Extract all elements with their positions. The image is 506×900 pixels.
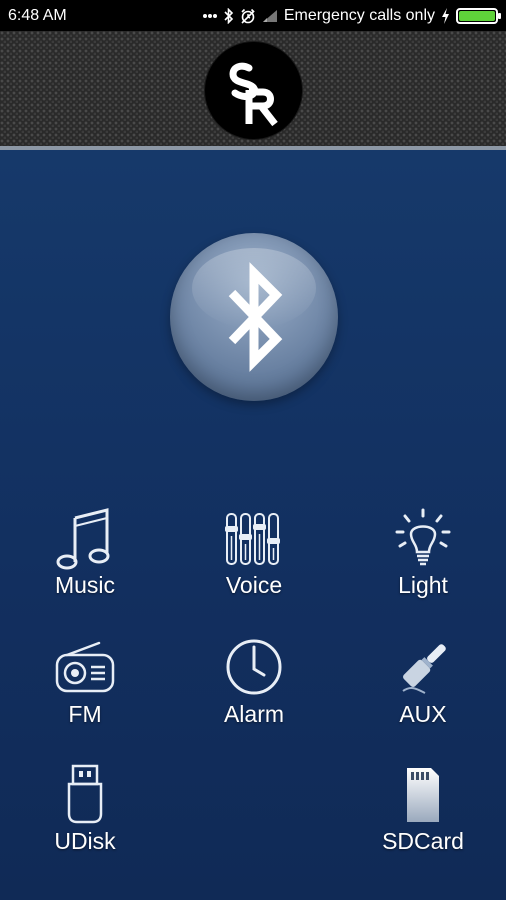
battery-icon	[456, 7, 501, 24]
sdcard-button[interactable]: SDCard	[353, 762, 493, 862]
charging-icon	[441, 7, 450, 24]
status-right: Emergency calls only	[202, 6, 501, 25]
network-status-text: Emergency calls only	[283, 6, 435, 24]
udisk-button[interactable]: UDisk	[15, 762, 155, 862]
equalizer-icon	[222, 506, 286, 570]
status-bar: 6:48 AM Emergency calls only	[0, 0, 506, 31]
fm-label: FM	[68, 701, 102, 727]
more-dots-icon	[202, 13, 218, 19]
alarm-label: Alarm	[223, 701, 285, 727]
aux-button[interactable]: AUX	[353, 635, 493, 735]
voice-button[interactable]: Voice	[184, 506, 324, 606]
radio-icon	[53, 635, 117, 699]
audio-jack-icon	[391, 635, 455, 699]
header-banner	[0, 31, 506, 150]
signal-icon	[262, 9, 278, 23]
music-button[interactable]: Music	[15, 506, 155, 606]
alarm-button[interactable]: Alarm	[184, 635, 324, 735]
clock-icon	[222, 635, 286, 699]
light-bulb-icon	[391, 506, 455, 570]
udisk-label: UDisk	[54, 828, 116, 854]
music-label: Music	[54, 572, 116, 598]
app-screen: 6:48 AM Emergency calls only Music Voice…	[0, 0, 506, 900]
brand-logo	[205, 42, 302, 139]
sdcard-label: SDCard	[382, 828, 464, 854]
light-label: Light	[398, 572, 448, 598]
bluetooth-button[interactable]	[170, 233, 338, 401]
music-note-icon	[53, 506, 117, 570]
alarm-icon	[240, 8, 256, 24]
aux-label: AUX	[399, 701, 447, 727]
fm-button[interactable]: FM	[15, 635, 155, 735]
battery-level	[459, 10, 495, 21]
bluetooth-icon	[224, 7, 234, 24]
voice-label: Voice	[225, 572, 283, 598]
usb-drive-icon	[53, 762, 117, 826]
light-button[interactable]: Light	[353, 506, 493, 606]
sd-card-icon	[391, 762, 455, 826]
status-time: 6:48 AM	[8, 6, 67, 24]
